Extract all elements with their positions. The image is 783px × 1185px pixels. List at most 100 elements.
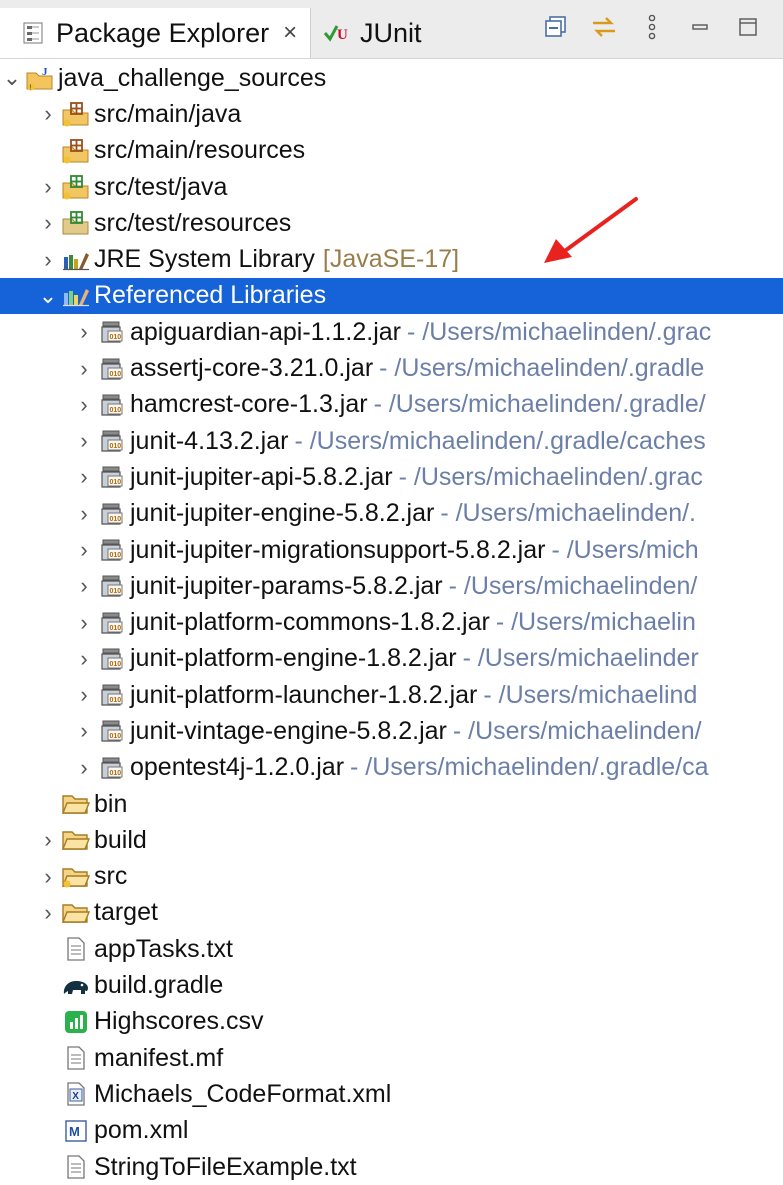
minimize-icon[interactable] xyxy=(687,14,713,40)
jar-icon: 010 xyxy=(96,391,128,419)
jar-row[interactable]: › 010 junit-platform-commons-1.8.2.jar - /U… xyxy=(0,604,783,640)
jar-icon: 010 xyxy=(96,572,128,600)
tree-row-manifest[interactable]: manifest.mf xyxy=(0,1040,783,1076)
chevron-right-icon[interactable]: › xyxy=(36,827,60,853)
tree-row-build[interactable]: › build xyxy=(0,822,783,858)
chevron-right-icon[interactable]: › xyxy=(36,864,60,890)
chevron-right-icon[interactable]: › xyxy=(36,247,60,273)
chevron-right-icon[interactable]: › xyxy=(72,501,96,527)
tree-row-build-gradle[interactable]: build.gradle xyxy=(0,967,783,1003)
jar-name: junit-jupiter-engine-5.8.2.jar xyxy=(130,499,435,528)
jar-icon: 010 xyxy=(96,463,128,491)
tree-row-label: JRE System Library xyxy=(94,245,315,274)
source-folder-icon xyxy=(60,137,92,165)
chevron-right-icon[interactable]: › xyxy=(72,755,96,781)
tree-row-highscores[interactable]: Highscores.csv xyxy=(0,1004,783,1040)
tree-row-src-test-resources[interactable]: › src/test/resources xyxy=(0,205,783,241)
jar-name: junit-jupiter-api-5.8.2.jar xyxy=(130,462,393,491)
tree-row-label: target xyxy=(94,898,158,927)
tree-row-bin[interactable]: bin xyxy=(0,786,783,822)
package-explorer-tree: ⌄ J! java_challenge_sources › src/main/j… xyxy=(0,60,783,1185)
folder-icon xyxy=(60,899,92,927)
folder-warning-icon xyxy=(60,863,92,891)
jar-row[interactable]: › 010 junit-vintage-engine-5.8.2.jar - /Use… xyxy=(0,713,783,749)
chevron-right-icon[interactable]: › xyxy=(72,537,96,563)
jar-name: junit-platform-engine-1.8.2.jar xyxy=(130,644,457,673)
svg-text:U: U xyxy=(337,27,348,43)
chevron-right-icon[interactable]: › xyxy=(72,356,96,382)
tree-row-label: java_challenge_sources xyxy=(58,63,327,92)
jar-row[interactable]: › 010 junit-jupiter-params-5.8.2.jar - /Use… xyxy=(0,568,783,604)
chevron-right-icon[interactable]: › xyxy=(72,573,96,599)
tab-package-explorer[interactable]: Package Explorer × xyxy=(0,8,311,58)
jar-row[interactable]: › 010 junit-4.13.2.jar - /Users/michaelinde… xyxy=(0,423,783,459)
tree-row-project[interactable]: ⌄ J! java_challenge_sources xyxy=(0,60,783,96)
tree-row-label: build xyxy=(94,825,147,854)
tree-row-stringtofile[interactable]: StringToFileExample.txt xyxy=(0,1149,783,1185)
tree-row-src[interactable]: › src xyxy=(0,859,783,895)
chevron-right-icon[interactable]: › xyxy=(72,392,96,418)
jar-row[interactable]: › 010 junit-platform-launcher-1.8.2.jar - /… xyxy=(0,677,783,713)
jar-list: › 010 apiguardian-api-1.1.2.jar - /Users/mi… xyxy=(0,314,783,786)
view-tab-bar: Package Explorer × U JUnit xyxy=(0,0,783,59)
jar-icon: 010 xyxy=(96,754,128,782)
jar-row[interactable]: › 010 junit-platform-engine-1.8.2.jar - /Us… xyxy=(0,641,783,677)
jar-name: hamcrest-core-1.3.jar xyxy=(130,390,368,419)
tree-row-src-test-java[interactable]: › src/test/java xyxy=(0,169,783,205)
text-file-icon xyxy=(60,935,92,963)
jar-row[interactable]: › 010 assertj-core-3.21.0.jar - /Users/mich… xyxy=(0,350,783,386)
jar-path: - /Users/michaelinden/ xyxy=(448,571,698,600)
link-with-editor-icon[interactable] xyxy=(591,14,617,40)
jar-row[interactable]: › 010 junit-jupiter-migrationsupport-5.8.2… xyxy=(0,532,783,568)
chevron-right-icon[interactable]: › xyxy=(72,682,96,708)
chevron-right-icon[interactable]: › xyxy=(72,428,96,454)
tree-row-pom[interactable]: M pom.xml xyxy=(0,1113,783,1149)
chevron-right-icon[interactable]: › xyxy=(36,900,60,926)
jar-icon: 010 xyxy=(96,645,128,673)
chevron-right-icon[interactable]: › xyxy=(36,210,60,236)
jar-row[interactable]: › 010 hamcrest-core-1.3.jar - /Users/michae… xyxy=(0,387,783,423)
svg-text:M: M xyxy=(69,1124,80,1139)
chevron-right-icon[interactable]: › xyxy=(72,610,96,636)
svg-text:010: 010 xyxy=(110,697,122,704)
chevron-right-icon[interactable]: › xyxy=(72,646,96,672)
jar-row[interactable]: › 010 apiguardian-api-1.1.2.jar - /Users/mi… xyxy=(0,314,783,350)
tree-row-jre-system-library[interactable]: › JRE System Library [JavaSE-17] xyxy=(0,241,783,277)
jar-path: - /Users/michaelind xyxy=(483,680,698,709)
tree-row-target[interactable]: › target xyxy=(0,895,783,931)
junit-icon: U xyxy=(320,21,354,45)
chevron-right-icon[interactable]: › xyxy=(72,718,96,744)
close-icon[interactable]: × xyxy=(283,19,297,47)
jar-name: junit-platform-launcher-1.8.2.jar xyxy=(130,680,478,709)
svg-text:010: 010 xyxy=(110,770,122,777)
svg-text:010: 010 xyxy=(110,552,122,559)
tree-row-referenced-libraries[interactable]: ⌄ Referenced Libraries xyxy=(0,277,783,315)
chevron-down-icon[interactable]: ⌄ xyxy=(0,65,24,91)
jar-icon: 010 xyxy=(96,500,128,528)
svg-text:010: 010 xyxy=(110,479,122,486)
jar-path: - /Users/michaelinden/.gradle/caches xyxy=(294,426,706,455)
chevron-down-icon[interactable]: ⌄ xyxy=(36,283,60,309)
collapse-all-icon[interactable] xyxy=(543,14,569,40)
tab-label: JUnit xyxy=(360,17,422,48)
jar-path: - /Users/michaelin xyxy=(495,608,696,637)
view-menu-icon[interactable] xyxy=(639,14,665,40)
tree-row-src-main-resources[interactable]: src/main/resources xyxy=(0,133,783,169)
tree-row-codeformat[interactable]: X Michaels_CodeFormat.xml xyxy=(0,1076,783,1112)
tree-row-label: StringToFileExample.txt xyxy=(94,1152,357,1181)
tab-junit[interactable]: U JUnit xyxy=(312,8,462,58)
jar-icon: 010 xyxy=(96,355,128,383)
chevron-right-icon[interactable]: › xyxy=(72,464,96,490)
tree-row-apptasks[interactable]: appTasks.txt xyxy=(0,931,783,967)
jar-row[interactable]: › 010 junit-jupiter-api-5.8.2.jar - /Users/… xyxy=(0,459,783,495)
svg-text:010: 010 xyxy=(110,625,122,632)
jar-name: apiguardian-api-1.1.2.jar xyxy=(130,317,402,346)
tree-row-label: src/main/java xyxy=(94,99,242,128)
jar-row[interactable]: › 010 opentest4j-1.2.0.jar - /Users/michael… xyxy=(0,750,783,786)
maximize-icon[interactable] xyxy=(735,14,761,40)
chevron-right-icon[interactable]: › xyxy=(36,101,60,127)
jar-row[interactable]: › 010 junit-jupiter-engine-5.8.2.jar - /Use… xyxy=(0,496,783,532)
chevron-right-icon[interactable]: › xyxy=(36,174,60,200)
chevron-right-icon[interactable]: › xyxy=(72,319,96,345)
tree-row-src-main-java[interactable]: › src/main/java xyxy=(0,96,783,132)
